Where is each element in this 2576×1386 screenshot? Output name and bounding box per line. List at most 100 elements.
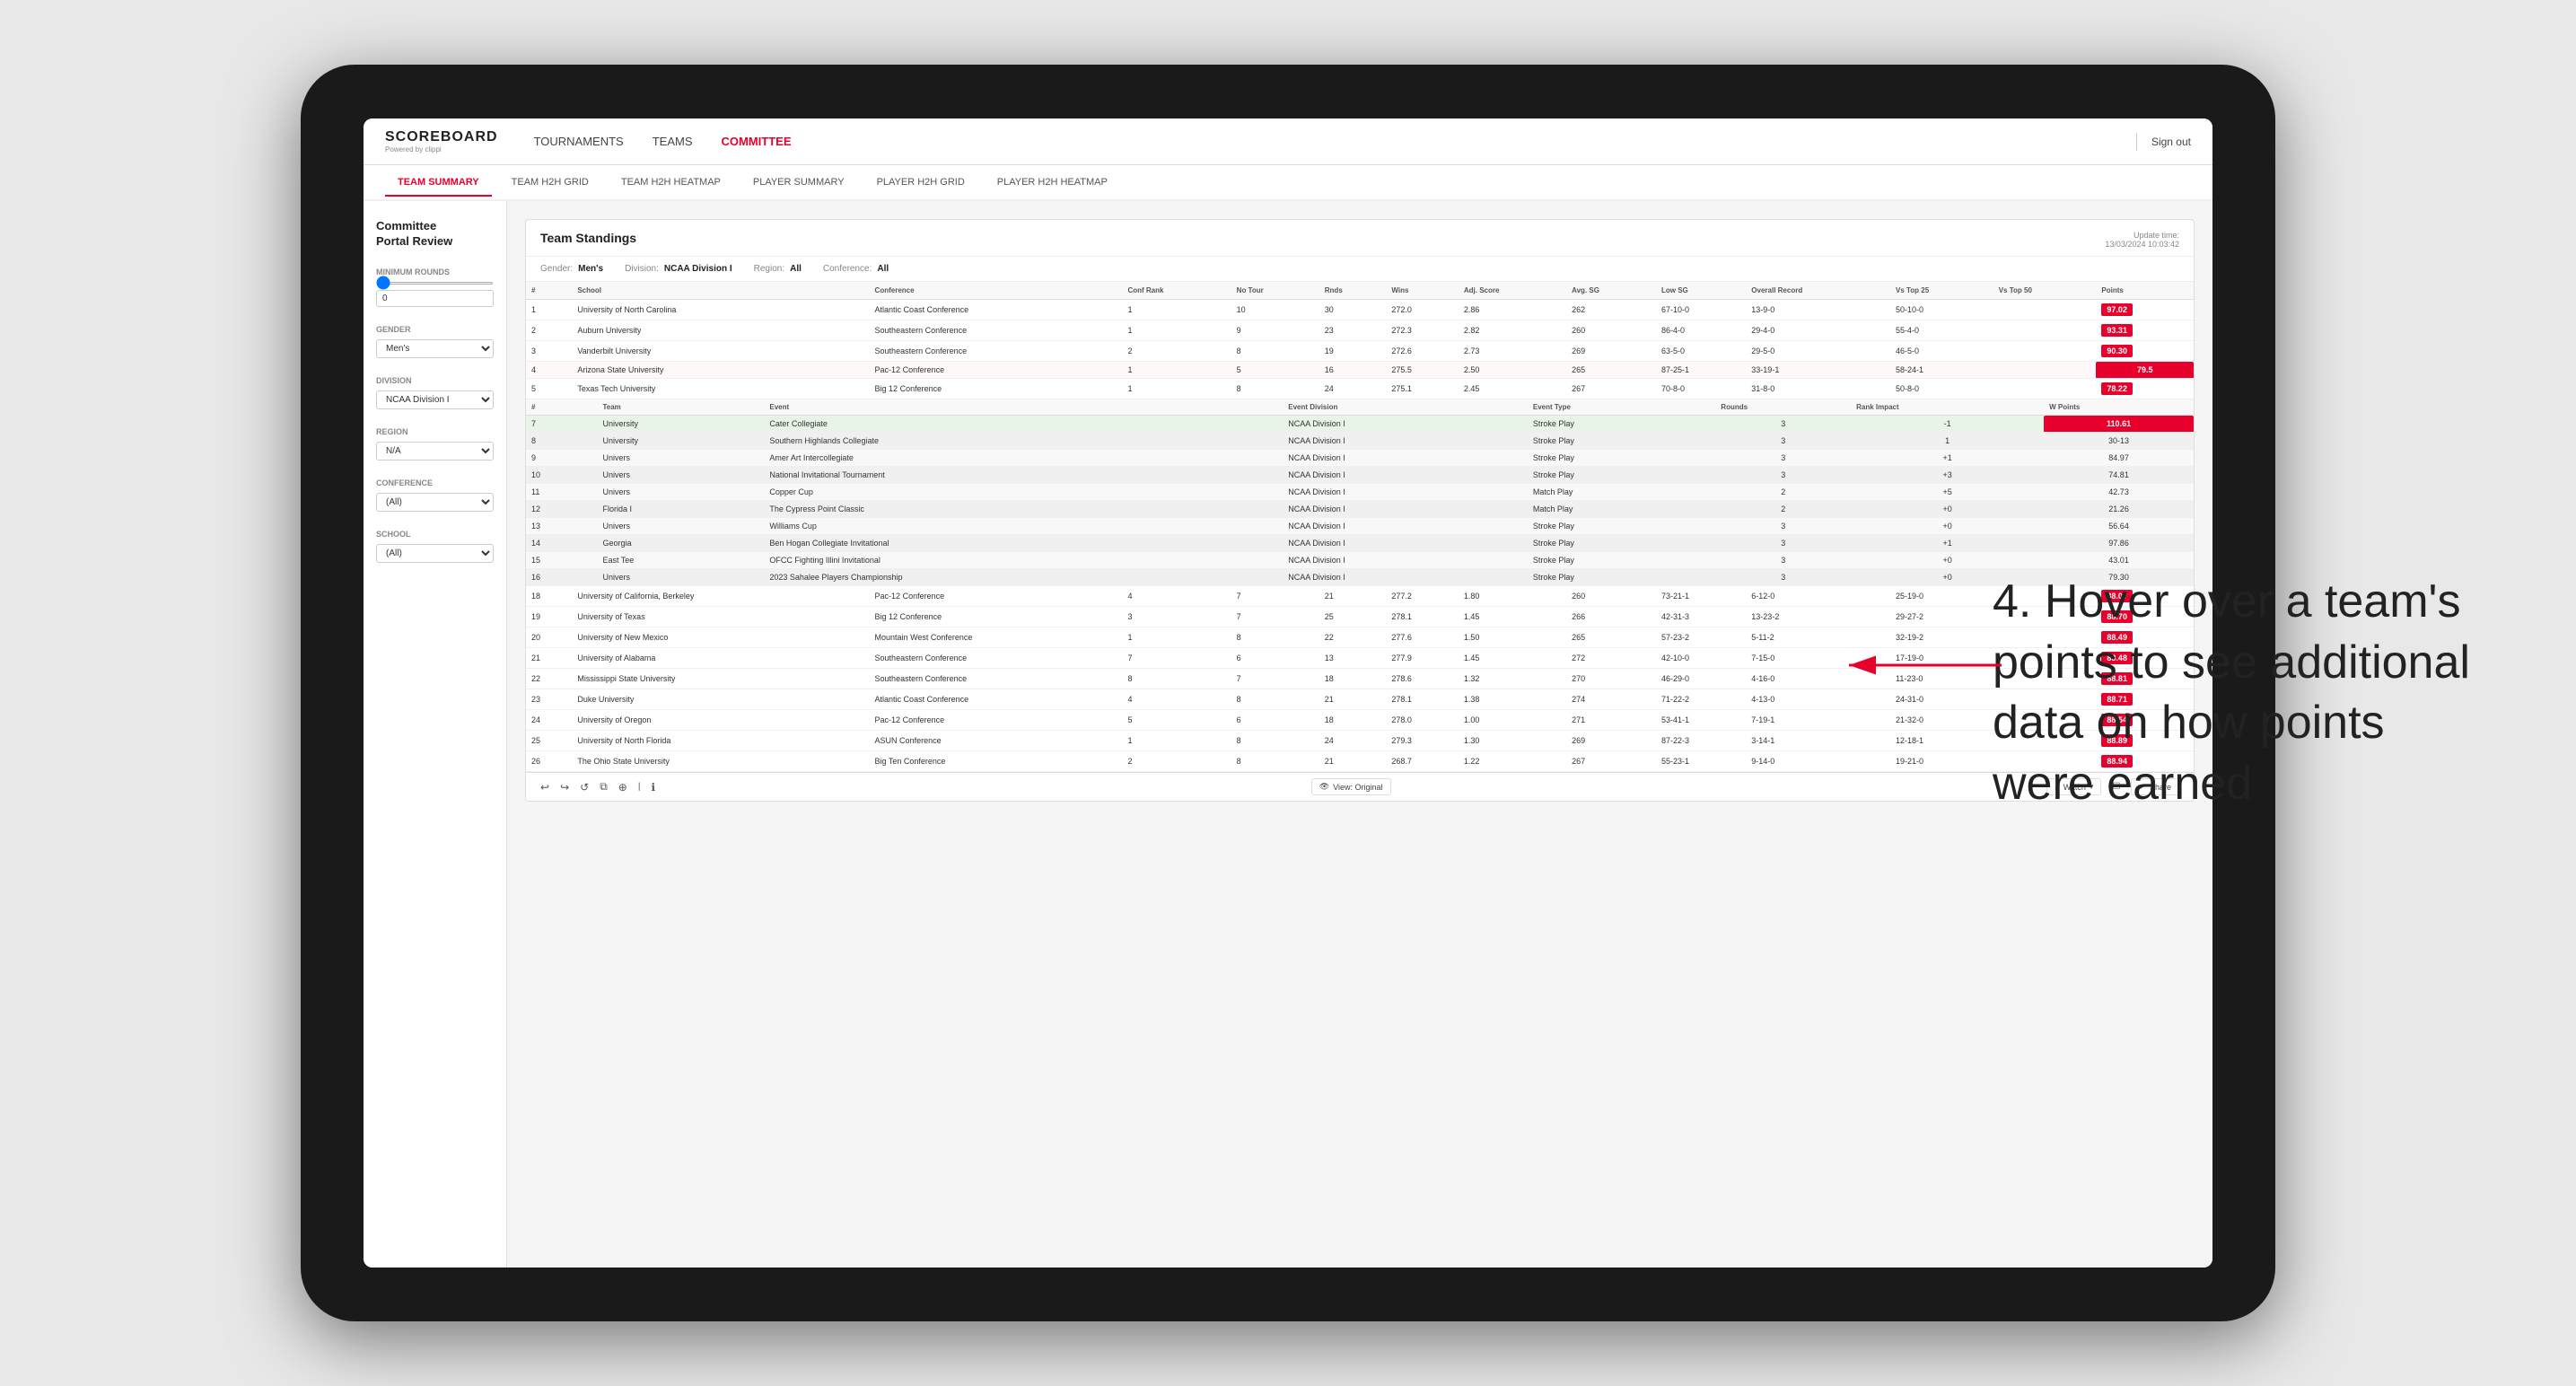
- cell-overall: 13-9-0: [1746, 300, 1890, 320]
- nav-item-committee[interactable]: COMMITTEE: [722, 131, 792, 152]
- region-select[interactable]: N/A All East West: [376, 442, 494, 461]
- table-row[interactable]: 5 Texas Tech University Big 12 Conferenc…: [526, 379, 2194, 399]
- cell-conference: Atlantic Coast Conference: [870, 300, 1123, 320]
- view-label: View: Original: [1333, 783, 1382, 792]
- sidebar-title: CommitteePortal Review: [376, 219, 494, 250]
- cell-wins: 275.1: [1386, 379, 1459, 399]
- school-select[interactable]: (All): [376, 544, 494, 563]
- cell-points-highlighted[interactable]: 79.5: [2096, 362, 2194, 379]
- cell-points[interactable]: 97.02: [2096, 300, 2194, 320]
- col-conf-rank: Conf Rank: [1122, 282, 1231, 300]
- division-label: Division: [376, 376, 494, 385]
- filter-row: Gender: Men's Division: NCAA Division I …: [526, 257, 2194, 282]
- cell-no-tour: 5: [1231, 362, 1319, 379]
- cell-rnds: 30: [1319, 300, 1387, 320]
- cell-vs50: [1993, 341, 2097, 362]
- reset-icon[interactable]: ↺: [580, 781, 589, 794]
- cell-points[interactable]: 90.30: [2096, 341, 2194, 362]
- cell-vs25: 55-4-0: [1890, 320, 1993, 341]
- tab-team-h2h-heatmap[interactable]: TEAM H2H HEATMAP: [609, 170, 733, 197]
- table-row[interactable]: 20University of New MexicoMountain West …: [526, 627, 2194, 648]
- nav-item-teams[interactable]: TEAMS: [653, 131, 693, 152]
- filter-division-label: Division:: [625, 264, 659, 274]
- cell-points[interactable]: 93.31: [2096, 320, 2194, 341]
- gender-select[interactable]: Men's Women's: [376, 339, 494, 358]
- cell-vs25: 58-24-1: [1890, 362, 1993, 379]
- cell-rank: 1: [526, 300, 572, 320]
- cell-low-sg: 67-10-0: [1656, 300, 1746, 320]
- tab-player-summary[interactable]: PLAYER SUMMARY: [740, 170, 857, 197]
- update-time-value: 13/03/2024 10:03:42: [2105, 240, 2179, 249]
- table-row[interactable]: 1 University of North Carolina Atlantic …: [526, 300, 2194, 320]
- cell-adj-score: 2.50: [1459, 362, 1566, 379]
- separator: |: [638, 782, 641, 792]
- table-row[interactable]: 3 Vanderbilt University Southeastern Con…: [526, 341, 2194, 362]
- paste-icon[interactable]: ⊕: [618, 781, 627, 794]
- min-rounds-input[interactable]: [376, 290, 494, 307]
- nav-right: Sign out: [2136, 133, 2191, 151]
- copy-icon[interactable]: ⧉: [600, 780, 608, 794]
- cell-wins: 272.6: [1386, 341, 1459, 362]
- tab-player-h2h-grid[interactable]: PLAYER H2H GRID: [864, 170, 977, 197]
- gender-label: Gender: [376, 325, 494, 334]
- col-points: Points: [2096, 282, 2194, 300]
- sidebar-division: Division NCAA Division I NCAA Division I…: [376, 376, 494, 409]
- tab-player-h2h-heatmap[interactable]: PLAYER H2H HEATMAP: [985, 170, 1120, 197]
- table-row[interactable]: 25University of North FloridaASUN Confer…: [526, 731, 2194, 751]
- redo-icon[interactable]: ↪: [560, 781, 569, 794]
- tab-team-summary[interactable]: TEAM SUMMARY: [385, 170, 492, 197]
- cell-overall: 29-4-0: [1746, 320, 1890, 341]
- min-rounds-slider[interactable]: [376, 282, 494, 285]
- info-icon[interactable]: ℹ: [651, 781, 655, 794]
- table-row-highlighted[interactable]: 4 Arizona State University Pac-12 Confer…: [526, 362, 2194, 379]
- toolbar-center: 👁 View: Original: [1311, 778, 1391, 795]
- cell-vs50: [1993, 379, 2097, 399]
- cell-school: Vanderbilt University: [572, 341, 869, 362]
- filter-gender-value: Men's: [578, 264, 603, 274]
- toolbar-left: ↩ ↪ ↺ ⧉ ⊕ | ℹ: [540, 780, 655, 794]
- sign-out-link[interactable]: Sign out: [2151, 136, 2191, 148]
- cell-rnds: 19: [1319, 341, 1387, 362]
- cell-vs50: [1993, 320, 2097, 341]
- col-school: School: [572, 282, 869, 300]
- logo-area: SCOREBOARD Powered by clippi: [385, 129, 498, 154]
- cell-adj-score: 2.86: [1459, 300, 1566, 320]
- undo-icon[interactable]: ↩: [540, 781, 549, 794]
- logo-sub: Powered by clippi: [385, 145, 498, 154]
- main-content: CommitteePortal Review Minimum Rounds Ge…: [364, 201, 2212, 1268]
- division-select[interactable]: NCAA Division I NCAA Division II NCAA Di…: [376, 390, 494, 409]
- table-row[interactable]: 2 Auburn University Southeastern Confere…: [526, 320, 2194, 341]
- table-row[interactable]: 21University of AlabamaSoutheastern Conf…: [526, 648, 2194, 669]
- cell-conference: Southeastern Conference: [870, 341, 1123, 362]
- table-row[interactable]: 18University of California, BerkeleyPac-…: [526, 586, 2194, 607]
- bottom-toolbar: ↩ ↪ ↺ ⧉ ⊕ | ℹ 👁 View: Original: [526, 772, 2194, 801]
- standings-header: Team Standings Update time: 13/03/2024 1…: [526, 220, 2194, 257]
- cell-avg-sg: 265: [1566, 362, 1656, 379]
- cell-points[interactable]: 78.22: [2096, 379, 2194, 399]
- table-row[interactable]: 19University of TexasBig 12 Conference37…: [526, 607, 2194, 627]
- cell-conf-rank: 1: [1122, 300, 1231, 320]
- tab-team-h2h-grid[interactable]: TEAM H2H GRID: [499, 170, 601, 197]
- cell-conference: Pac-12 Conference: [870, 362, 1123, 379]
- tooltip-section-header: # Team Event Event Division Event Type R…: [526, 399, 2194, 587]
- conference-select[interactable]: (All) Atlantic Coast Conference Big 12 C…: [376, 493, 494, 512]
- table-row[interactable]: 24University of OregonPac-12 Conference5…: [526, 710, 2194, 731]
- cell-overall: 31-8-0: [1746, 379, 1890, 399]
- conference-label: Conference: [376, 478, 494, 487]
- col-overall-record: Overall Record: [1746, 282, 1890, 300]
- cell-wins: 275.5: [1386, 362, 1459, 379]
- cell-conf-rank: 1: [1122, 320, 1231, 341]
- cell-vs50: [1993, 362, 2097, 379]
- table-row[interactable]: 22Mississippi State UniversitySoutheaste…: [526, 669, 2194, 689]
- col-conference: Conference: [870, 282, 1123, 300]
- table-row[interactable]: 26The Ohio State UniversityBig Ten Confe…: [526, 751, 2194, 772]
- cell-low-sg: 70-8-0: [1656, 379, 1746, 399]
- view-button[interactable]: 👁 View: Original: [1311, 778, 1391, 795]
- sidebar-gender: Gender Men's Women's: [376, 325, 494, 358]
- nav-item-tournaments[interactable]: TOURNAMENTS: [534, 131, 624, 152]
- cell-vs25: 46-5-0: [1890, 341, 1993, 362]
- filter-gender: Gender: Men's: [540, 264, 603, 274]
- school-label: School: [376, 530, 494, 539]
- nav-divider: [2136, 133, 2137, 151]
- table-row[interactable]: 23Duke UniversityAtlantic Coast Conferen…: [526, 689, 2194, 710]
